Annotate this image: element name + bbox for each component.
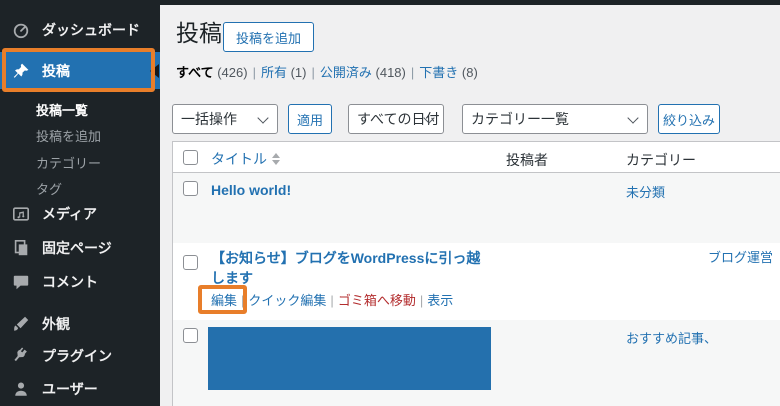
post-title-link[interactable]: Hello world! bbox=[211, 180, 291, 200]
filter-draft-link[interactable]: 下書き bbox=[419, 65, 458, 80]
plugin-icon bbox=[11, 346, 31, 366]
sidebar-item-posts[interactable]: 投稿 bbox=[0, 52, 160, 89]
page-title: 投稿 bbox=[176, 20, 222, 46]
sidebar-item-pages[interactable]: 固定ページ bbox=[0, 231, 160, 265]
column-title-label: タイトル bbox=[211, 151, 267, 167]
filter-published-count: (418) bbox=[375, 65, 406, 80]
submenu-label: タグ bbox=[36, 181, 63, 197]
appearance-icon bbox=[11, 314, 31, 334]
sidebar-item-plugins[interactable]: プラグイン bbox=[0, 339, 160, 373]
filter-all-link[interactable]: すべて bbox=[176, 65, 214, 80]
admin-bar bbox=[0, 0, 780, 5]
sidebar-item-label: 固定ページ bbox=[42, 240, 112, 256]
sidebar-item-label: ダッシュボード bbox=[42, 22, 140, 38]
edit-link[interactable]: 編集 bbox=[211, 293, 237, 308]
table-row: Hello world! 未分類 bbox=[173, 173, 780, 243]
sidebar-item-appearance[interactable]: 外観 bbox=[0, 307, 160, 341]
submenu-label: カテゴリー bbox=[36, 155, 102, 171]
pages-icon bbox=[11, 238, 31, 258]
sidebar-item-label: メディア bbox=[42, 206, 98, 222]
post-title-link[interactable]: 【お知らせ】ブログをWordPressに引っ越します bbox=[211, 248, 483, 288]
admin-sidebar: ダッシュボード 投稿 投稿一覧 投稿を追加 カテゴリー タグ メディア 固定ペー… bbox=[0, 0, 160, 406]
filter-mine-link[interactable]: 所有 bbox=[261, 65, 287, 80]
sidebar-item-comments[interactable]: コメント bbox=[0, 265, 160, 299]
select-row-checkbox[interactable] bbox=[183, 255, 198, 270]
filter-published-link[interactable]: 公開済み bbox=[320, 65, 372, 80]
filter-draft-count: (8) bbox=[461, 65, 478, 80]
view-link[interactable]: 表示 bbox=[427, 293, 453, 308]
submenu-label: 投稿を追加 bbox=[36, 128, 102, 144]
select-row-checkbox[interactable] bbox=[183, 181, 198, 196]
add-new-post-button[interactable]: 投稿を追加 bbox=[223, 22, 315, 52]
post-category-link[interactable]: おすすめ記事、 bbox=[626, 328, 717, 347]
sidebar-item-label: 外観 bbox=[42, 316, 70, 332]
sidebar-item-label: コメント bbox=[42, 274, 98, 290]
post-category-link[interactable]: ブログ運営 bbox=[708, 247, 773, 266]
users-icon bbox=[11, 379, 31, 399]
sidebar-item-media[interactable]: メディア bbox=[0, 197, 160, 231]
post-category-link[interactable]: 未分類 bbox=[626, 182, 665, 201]
select-row-checkbox[interactable] bbox=[183, 328, 198, 343]
bulk-actions-select[interactable]: 一括操作 bbox=[172, 104, 278, 134]
sidebar-item-users[interactable]: ユーザー bbox=[0, 372, 160, 406]
sidebar-subitem-post-list[interactable]: 投稿一覧 bbox=[36, 97, 88, 121]
media-icon bbox=[11, 204, 31, 224]
table-header-row: タイトル 投稿者 カテゴリー bbox=[173, 142, 780, 173]
sidebar-subitem-add-post[interactable]: 投稿を追加 bbox=[36, 123, 101, 147]
post-status-filters: すべて (426) | 所有 (1) | 公開済み (418) | 下書き (8) bbox=[176, 62, 478, 81]
column-header-category: カテゴリー bbox=[626, 152, 696, 168]
filter-separator: | bbox=[252, 65, 256, 80]
posts-table: タイトル 投稿者 カテゴリー Hello world! 未分類 【お知らせ】ブロ… bbox=[172, 141, 780, 406]
quick-edit-link[interactable]: クイック編集 bbox=[248, 293, 326, 308]
current-menu-arrow-icon bbox=[150, 63, 159, 78]
row-actions: 編集 | クイック編集 | ゴミ箱へ移動 | 表示 bbox=[211, 290, 453, 309]
submenu-label: 投稿一覧 bbox=[36, 102, 89, 118]
filter-all-count: (426) bbox=[217, 65, 248, 80]
column-header-title[interactable]: タイトル bbox=[211, 149, 280, 169]
sidebar-item-label: プラグイン bbox=[42, 348, 112, 364]
action-separator: | bbox=[241, 293, 245, 308]
select-all-checkbox[interactable] bbox=[183, 150, 198, 165]
sidebar-item-dashboard[interactable]: ダッシュボード bbox=[0, 13, 160, 47]
sort-arrows-icon bbox=[272, 153, 280, 165]
table-row: おすすめ記事、 bbox=[173, 320, 780, 406]
categories-filter-select[interactable]: カテゴリー一覧 bbox=[462, 104, 648, 134]
column-header-author: 投稿者 bbox=[506, 152, 548, 168]
wordpress-admin-screen: ダッシュボード 投稿 投稿一覧 投稿を追加 カテゴリー タグ メディア 固定ペー… bbox=[0, 0, 780, 406]
filter-separator: | bbox=[410, 65, 415, 80]
pushpin-icon bbox=[11, 61, 31, 81]
sidebar-subitem-categories[interactable]: カテゴリー bbox=[36, 150, 101, 174]
filter-mine-count: (1) bbox=[290, 65, 307, 80]
action-separator: | bbox=[330, 293, 334, 308]
dashboard-icon bbox=[11, 20, 31, 40]
posts-list-page: 投稿 投稿を追加 すべて (426) | 所有 (1) | 公開済み (418) | 下書き… bbox=[160, 5, 780, 406]
dates-filter-select[interactable]: すべての日付 bbox=[348, 104, 444, 134]
sidebar-item-label: ユーザー bbox=[42, 381, 98, 397]
table-row: 【お知らせ】ブログをWordPressに引っ越します ブログ運営 編集 | クイック… bbox=[173, 243, 780, 320]
apply-button[interactable]: 適用 bbox=[288, 104, 332, 134]
filter-separator: | bbox=[311, 65, 315, 80]
comments-icon bbox=[11, 272, 31, 292]
redacted-post-title-block[interactable] bbox=[208, 327, 491, 390]
sidebar-item-label: 投稿 bbox=[42, 62, 70, 79]
filter-button[interactable]: 絞り込み bbox=[658, 104, 720, 134]
trash-link[interactable]: ゴミ箱へ移動 bbox=[338, 293, 416, 308]
action-separator: | bbox=[419, 293, 424, 308]
